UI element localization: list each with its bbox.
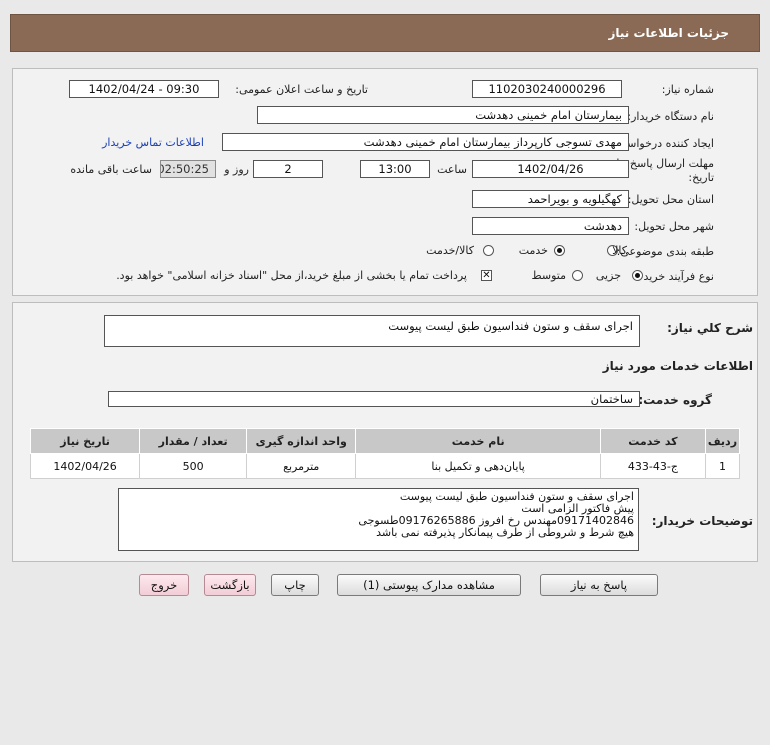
deadline-hour-label: ساعت bbox=[437, 163, 467, 176]
row-code: ج-43-433 bbox=[600, 453, 706, 479]
table-header-row: ردیف کد خدمت نام خدمت واحد اندازه گیری ت… bbox=[29, 428, 741, 454]
row-unit: مترمربع bbox=[246, 453, 357, 479]
remaining-label: ساعت باقی مانده bbox=[70, 163, 152, 176]
description-field: اجرای سقف و ستون فنداسیون طبق لیست پیوست bbox=[104, 315, 640, 347]
service-group-field: ساختمان bbox=[108, 391, 640, 407]
need-number-label: شماره نیاز: bbox=[661, 83, 714, 96]
table-row: 1 ج-43-433 پایان‌دهی و تکمیل بنا مترمربع… bbox=[29, 453, 741, 479]
category-both-label: کالا/خدمت bbox=[426, 244, 474, 257]
exit-button[interactable]: خروج bbox=[139, 574, 189, 596]
deadline-label-line2: تاریخ: bbox=[688, 171, 714, 184]
process-medium-label: متوسط bbox=[531, 269, 566, 282]
notes-line: هیچ شرط و شروطی از طرف پیمانکار پذیرفته … bbox=[376, 526, 634, 539]
print-button[interactable]: چاپ bbox=[271, 574, 319, 596]
col-qty: تعداد / مقدار bbox=[139, 428, 248, 454]
need-info-panel bbox=[12, 68, 758, 296]
province-label: استان محل تحویل: bbox=[627, 193, 714, 206]
buyer-label: نام دستگاه خریدار: bbox=[627, 110, 714, 123]
row-qty: 500 bbox=[139, 453, 248, 479]
deadline-time-field: 13:00 bbox=[360, 160, 430, 178]
creator-field: مهدی تسوجی کارپرداز بیمارستان امام خمینی… bbox=[222, 133, 629, 151]
buyer-field: بیمارستان امام خمینی دهدشت bbox=[257, 106, 629, 124]
deadline-label-line1: مهلت ارسال پاسخ: تا bbox=[616, 157, 714, 170]
page-title: جزئیات اطلاعات نیاز bbox=[608, 26, 729, 40]
buyer-contact-link[interactable]: اطلاعات تماس خریدار bbox=[102, 136, 204, 149]
category-service-label: خدمت bbox=[518, 244, 548, 257]
buyer-notes-field: اجرای سقف و ستون فنداسیون طبق لیست پیوست… bbox=[118, 488, 639, 551]
province-field: کهگیلویه و بویراحمد bbox=[472, 190, 629, 208]
process-minor-label: جزیی bbox=[595, 269, 621, 282]
category-both-radio[interactable] bbox=[483, 245, 494, 256]
description-label: شرح کلي نياز: bbox=[667, 321, 753, 335]
category-service-radio[interactable] bbox=[554, 245, 565, 256]
back-button[interactable]: بازگشت bbox=[204, 574, 256, 596]
col-code: کد خدمت bbox=[600, 428, 706, 454]
process-minor-radio[interactable] bbox=[632, 270, 643, 281]
page-header: جزئیات اطلاعات نیاز bbox=[10, 14, 760, 52]
treasury-bonds-checkbox[interactable]: ✕ bbox=[481, 270, 492, 281]
row-date: 1402/04/26 bbox=[29, 453, 141, 479]
announce-field: 1402/04/24 - 09:30 bbox=[69, 80, 219, 98]
treasury-bonds-label: پرداخت تمام یا بخشی از مبلغ خرید،از محل … bbox=[116, 269, 467, 282]
services-section-title: اطلاعات خدمات مورد نیاز bbox=[602, 359, 753, 373]
remaining-days-field: 2 bbox=[253, 160, 323, 178]
services-table: ردیف کد خدمت نام خدمت واحد اندازه گیری ت… bbox=[29, 428, 741, 479]
process-medium-radio[interactable] bbox=[572, 270, 583, 281]
process-label: نوع فرآیند خرید : bbox=[636, 270, 714, 283]
service-group-label: گروه خدمت: bbox=[638, 393, 712, 407]
reply-button[interactable]: پاسخ به نیاز bbox=[540, 574, 658, 596]
col-index: ردیف bbox=[704, 428, 741, 454]
buyer-notes-label: توضیحات خریدار: bbox=[651, 514, 753, 528]
days-label: روز و bbox=[224, 163, 249, 176]
city-field: دهدشت bbox=[472, 217, 629, 235]
deadline-date-field: 1402/04/26 bbox=[472, 160, 629, 178]
col-date: تاریخ نیاز bbox=[29, 428, 141, 454]
remaining-timer: 02:50:25 bbox=[160, 160, 216, 178]
category-label: طبقه بندی موضوعی: bbox=[616, 245, 714, 258]
category-goods-label: کالا bbox=[612, 244, 627, 257]
city-label: شهر محل تحویل: bbox=[634, 220, 714, 233]
col-name: نام خدمت bbox=[355, 428, 601, 454]
announce-label: تاریخ و ساعت اعلان عمومی: bbox=[235, 83, 368, 96]
attachments-button[interactable]: مشاهده مدارک پیوستی (1) bbox=[337, 574, 521, 596]
row-index: 1 bbox=[704, 453, 741, 479]
need-number-field: 1102030240000296 bbox=[472, 80, 622, 98]
row-name: پایان‌دهی و تکمیل بنا bbox=[355, 453, 601, 479]
col-unit: واحد اندازه گیری bbox=[246, 428, 357, 454]
